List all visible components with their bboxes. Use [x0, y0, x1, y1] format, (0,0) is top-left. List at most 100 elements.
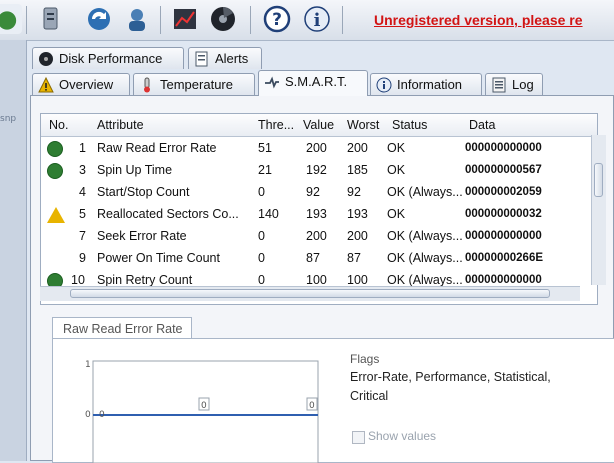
- log-icon: [491, 77, 507, 93]
- document-icon[interactable]: [36, 4, 66, 34]
- sync-icon[interactable]: [84, 4, 114, 34]
- graph-point-label: 0: [309, 401, 315, 411]
- cell-attribute: Spin Retry Count: [97, 273, 193, 287]
- cell-status: OK: [387, 141, 406, 155]
- cell-threshold: 21: [258, 163, 272, 177]
- info-icon[interactable]: i: [302, 4, 332, 34]
- tab-label: Overview: [59, 77, 114, 92]
- cell-status: OK (Always...: [387, 273, 463, 287]
- tab-smart[interactable]: S.M.A.R.T.: [258, 70, 368, 96]
- show-values-label[interactable]: Show values: [368, 429, 436, 443]
- cell-attribute: Seek Error Rate: [97, 229, 187, 243]
- tab-alerts[interactable]: Alerts: [188, 47, 262, 69]
- column-header-value[interactable]: Value: [303, 118, 334, 132]
- tab-information[interactable]: Information: [370, 73, 482, 95]
- toolbar-separator: [342, 6, 343, 34]
- horizontal-scrollbar[interactable]: [40, 286, 580, 301]
- table-row[interactable]: 9 Power On Time Count 0 87 87 OK (Always... 00…: [41, 248, 597, 270]
- cell-worst: 92: [347, 185, 361, 199]
- warning-status-icon: [47, 207, 65, 223]
- cell-attribute: Raw Read Error Rate: [97, 141, 217, 155]
- attribute-graph: 1 0 0 0 0: [85, 360, 319, 463]
- cell-value: 87: [306, 251, 320, 265]
- thermometer-icon: [139, 77, 155, 93]
- tab-temperature[interactable]: Temperature: [133, 73, 255, 95]
- toolbar-separator: [26, 6, 27, 34]
- column-header-attribute[interactable]: Attribute: [97, 118, 144, 132]
- tab-raw-read-error-rate[interactable]: Raw Read Error Rate: [52, 317, 192, 339]
- show-values-checkbox[interactable]: [352, 431, 365, 444]
- cell-threshold: 0: [258, 185, 265, 199]
- user-settings-icon[interactable]: [122, 4, 152, 34]
- cell-worst: 193: [347, 207, 368, 221]
- table-row[interactable]: 1 Raw Read Error Rate 51 200 200 OK 0000000000…: [41, 138, 597, 160]
- toolbar-separator: [160, 6, 161, 34]
- help-icon[interactable]: ?: [262, 4, 292, 34]
- cell-data: 000000000032: [465, 208, 542, 220]
- refresh-icon[interactable]: [0, 4, 22, 34]
- cell-worst: 200: [347, 141, 368, 155]
- cell-threshold: 0: [258, 273, 265, 287]
- scrollbar-thumb[interactable]: [70, 289, 550, 298]
- ok-status-icon: [47, 163, 63, 179]
- cell-data: 000000000000: [465, 142, 542, 154]
- cell-no: 7: [79, 229, 86, 243]
- cell-attribute: Power On Time Count: [97, 251, 220, 265]
- ok-status-icon: [47, 141, 63, 157]
- cell-attribute: Spin Up Time: [97, 163, 173, 177]
- graph-point-label: 0: [201, 401, 207, 411]
- column-header-worst[interactable]: Worst: [347, 118, 379, 132]
- column-header-threshold[interactable]: Thre...: [258, 118, 294, 132]
- toolbar-separator: [250, 6, 251, 34]
- tab-log[interactable]: Log: [485, 73, 543, 95]
- disk-icon[interactable]: [208, 4, 238, 34]
- cell-no: 3: [79, 163, 86, 177]
- left-strip-label: snp: [0, 114, 17, 124]
- graph-point-label: 0: [99, 410, 105, 420]
- cell-value: 193: [306, 207, 327, 221]
- tab-label: Log: [512, 77, 534, 92]
- cell-value: 92: [306, 185, 320, 199]
- tab-disk-performance[interactable]: Disk Performance: [32, 47, 184, 69]
- table-row[interactable]: 3 Spin Up Time 21 192 185 OK 000000000567: [41, 160, 597, 182]
- cell-worst: 185: [347, 163, 368, 177]
- table-header: No. Attribute Thre... Value Worst Status…: [41, 114, 597, 137]
- toolbar: ? i Unregistered version, please re: [0, 0, 614, 41]
- disk-performance-icon: [38, 51, 54, 67]
- cell-threshold: 0: [258, 251, 265, 265]
- cell-data: 000000002059: [465, 186, 542, 198]
- graph-zero-tick: 0: [85, 410, 91, 420]
- tab-label: Information: [397, 77, 463, 92]
- smart-icon: [264, 74, 280, 90]
- scrollbar-thumb[interactable]: [594, 163, 603, 197]
- tab-label: Disk Performance: [59, 51, 163, 66]
- cell-threshold: 51: [258, 141, 272, 155]
- cell-data: 000000000000: [465, 274, 542, 286]
- left-panel-strip: snp: [0, 40, 27, 461]
- cell-status: OK: [387, 207, 406, 221]
- alerts-icon: [194, 51, 210, 67]
- cell-worst: 200: [347, 229, 368, 243]
- column-header-status[interactable]: Status: [392, 118, 427, 132]
- chart-icon[interactable]: [170, 4, 200, 34]
- cell-no: 10: [71, 273, 85, 287]
- flags-value: Error-Rate, Performance, Statistical, Cr…: [350, 370, 551, 403]
- table-row[interactable]: 4 Start/Stop Count 0 92 92 OK (Always... 00000…: [41, 182, 597, 204]
- smart-attributes-table[interactable]: No. Attribute Thre... Value Worst Status…: [40, 113, 598, 305]
- tab-label: S.M.A.R.T.: [285, 74, 348, 89]
- cell-value: 100: [306, 273, 327, 287]
- table-row[interactable]: 5 Reallocated Sectors Co... 140 193 193 OK 000…: [41, 204, 597, 226]
- table-row[interactable]: 7 Seek Error Rate 0 200 200 OK (Always... 0000…: [41, 226, 597, 248]
- cell-worst: 87: [347, 251, 361, 265]
- vertical-scrollbar[interactable]: [591, 135, 606, 285]
- info-icon: [376, 77, 392, 93]
- svg-text:i: i: [314, 10, 321, 31]
- cell-no: 5: [79, 207, 86, 221]
- unregistered-version-link[interactable]: Unregistered version, please re: [374, 12, 583, 28]
- column-header-no[interactable]: No.: [49, 118, 68, 132]
- cell-threshold: 0: [258, 229, 265, 243]
- cell-status: OK (Always...: [387, 251, 463, 265]
- cell-status: OK (Always...: [387, 229, 463, 243]
- tab-overview[interactable]: Overview: [32, 73, 130, 95]
- column-header-data[interactable]: Data: [469, 118, 495, 132]
